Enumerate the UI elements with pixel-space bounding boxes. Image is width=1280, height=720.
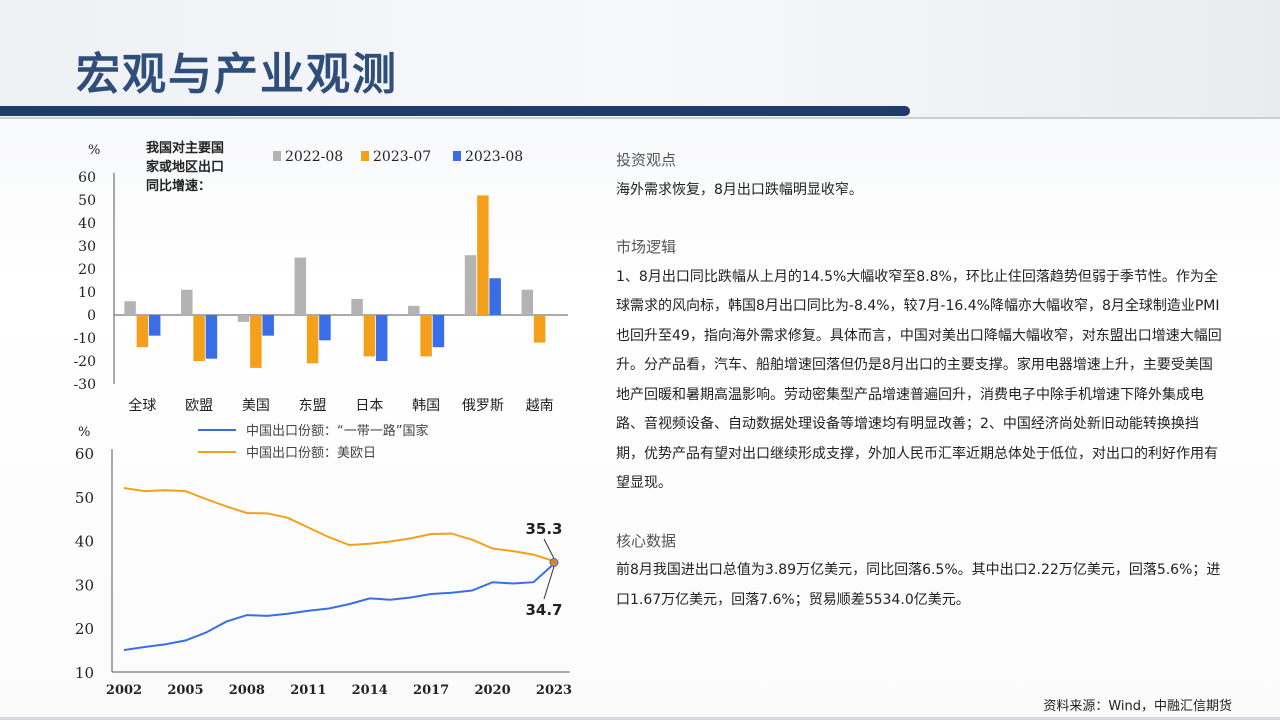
bar-mark (363, 315, 376, 357)
bar-mark (306, 315, 319, 364)
bar-category-label: 俄罗斯 (462, 398, 504, 414)
bar-mark (477, 195, 489, 315)
bar-mark (351, 298, 363, 315)
bar-mark (533, 315, 546, 343)
line-x-tick-label: 2011 (290, 683, 326, 698)
line-series-path (123, 563, 555, 652)
bar-legend-swatch (273, 151, 281, 161)
investment-view-section: 投资观点 海外需求恢复，8月出口跌幅明显收窄。 (616, 146, 1226, 205)
header-divider (0, 117, 1280, 119)
bar-mark (319, 315, 331, 341)
bar-category-label: 东盟 (299, 398, 327, 414)
bar-category-label: 越南 (526, 398, 554, 414)
bar-mark (124, 301, 136, 315)
bar-legend-label: 2023-08 (465, 149, 523, 165)
bar-mark (136, 315, 149, 348)
bar-y-tick-label: 40 (78, 216, 96, 232)
line-x-tick-label: 2008 (229, 683, 265, 698)
page-title: 宏观与产业观测 (76, 49, 398, 100)
line-x-tick-label: 2014 (352, 683, 388, 698)
bar-mark (237, 315, 250, 322)
line-y-tick-label: 60 (75, 445, 94, 463)
bar-chart-title-line: 我国对主要国 (146, 140, 224, 156)
market-logic-title: 市场逻辑 (616, 238, 677, 256)
line-y-tick-label: 30 (75, 576, 94, 594)
line-y-tick-label: 40 (75, 533, 94, 551)
bar-mark (420, 315, 432, 357)
bar-mark (250, 315, 262, 368)
bar-y-unit: % (88, 143, 100, 158)
bar-mark (375, 315, 388, 361)
analysis-panel: 投资观点 海外需求恢复，8月出口跌幅明显收窄。 市场逻辑 1、8月出口同比跌幅从… (616, 146, 1226, 643)
investment-view-title: 投资观点 (616, 151, 677, 169)
bar-mark (489, 278, 501, 315)
bar-y-tick-label: 30 (78, 239, 96, 255)
bar-legend-label: 2023-07 (373, 149, 431, 165)
investment-view-text: 海外需求恢复，8月出口跌幅明显收窄。 (616, 181, 863, 198)
bar-category-label: 韩国 (412, 398, 440, 414)
bar-mark (464, 255, 477, 315)
line-x-tick-label: 2002 (106, 683, 142, 698)
source-note: 资料来源：Wind，中融汇信期货 (1043, 699, 1232, 714)
bar-y-tick-label: 20 (78, 262, 96, 278)
bar-chart: % 60 50 40 30 20 10 0 -10 -20 -30 我国对主要国家或地区出口同比增速：… (73, 140, 568, 414)
line-y-tick-label: 50 (75, 489, 94, 507)
bar-mark (148, 315, 161, 336)
line-x-tick-label: 2023 (536, 683, 572, 698)
bar-legend-label: 2022-08 (285, 149, 343, 165)
line-y-unit: % (78, 425, 90, 440)
core-data-text: 前8月我国进出口总值为3.89万亿美元，同比回落6.5%。其中出口2.22万亿美… (616, 562, 1221, 608)
line-y-tick-label: 20 (75, 620, 94, 638)
header-accent-bar (0, 106, 910, 116)
bar-legend-swatch (453, 151, 461, 161)
bar-category-label: 欧盟 (185, 398, 213, 414)
bar-mark (205, 315, 218, 359)
line-y-tick-label: 10 (75, 664, 94, 682)
line-x-tick-label: 2020 (474, 683, 510, 698)
bar-y-tick-label: 0 (87, 308, 96, 324)
bar-chart-title-line: 同比增速： (146, 178, 211, 194)
bar-mark (521, 289, 534, 315)
bar-category-label: 日本 (355, 398, 383, 414)
bar-y-tick-label: 50 (78, 193, 96, 209)
bar-y-tick-label: -10 (73, 331, 96, 347)
bar-mark (181, 289, 193, 315)
line-series-path (123, 487, 555, 563)
bar-y-tick-label: -20 (73, 354, 96, 370)
line-legend-label: 中国出口份额：“一带一路”国家 (246, 423, 428, 439)
bar-category-label: 全球 (128, 397, 156, 414)
charts-panel: % 60 50 40 30 20 10 0 -10 -20 -30 我国对主要国家或地区出口同比增速：… (73, 140, 572, 698)
core-data-section: 核心数据 前8月我国进出口总值为3.89万亿美元，同比回落6.5%。其中出口2.… (616, 527, 1226, 616)
line-data-label: 34.7 (525, 601, 562, 619)
bar-mark (193, 315, 205, 361)
bar-chart-title-line: 家或地区出口 (146, 159, 224, 175)
market-logic-section: 市场逻辑 1、8月出口同比跌幅从上月的14.5%大幅收窄至8.8%，环比止住回落… (616, 233, 1226, 499)
core-data-title: 核心数据 (616, 531, 677, 550)
bar-y-tick-label: 60 (78, 170, 96, 186)
line-x-tick-label: 2017 (413, 683, 449, 698)
bar-y-tick-label: 10 (78, 285, 96, 301)
market-logic-text: 1、8月出口同比跌幅从上月的14.5%大幅收窄至8.8%，环比止住回落趋势但弱于… (616, 268, 1222, 492)
bar-mark (408, 305, 420, 315)
bar-legend-swatch (361, 151, 369, 161)
bar-mark (262, 315, 274, 336)
bar-mark (432, 315, 445, 348)
line-end-marker (549, 558, 559, 567)
line-legend-label: 中国出口份额：美欧日 (246, 446, 376, 461)
line-chart: % 60 50 40 30 20 10 2002 2005 2008 2011 2014 2017 202… (75, 423, 572, 698)
bar-mark (294, 257, 307, 315)
line-data-label: 35.3 (525, 520, 562, 538)
bar-y-tick-label: -30 (73, 377, 96, 393)
line-label-leader (543, 538, 555, 559)
line-x-tick-label: 2005 (167, 683, 203, 698)
bar-category-label: 美国 (242, 398, 270, 414)
